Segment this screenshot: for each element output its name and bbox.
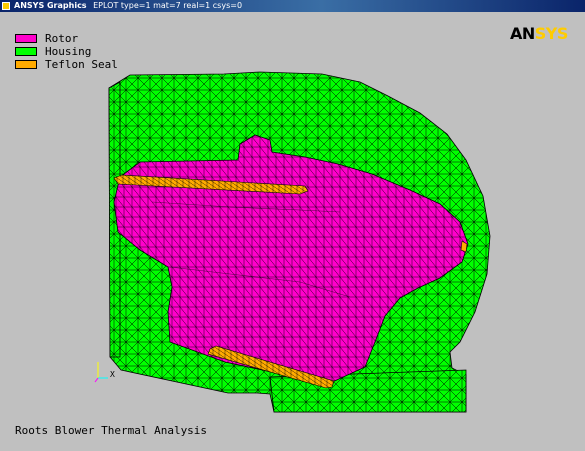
coordinate-triad-icon: X <box>92 360 122 388</box>
legend-label: Housing <box>45 45 92 58</box>
housing-swatch <box>15 47 37 56</box>
title-bar[interactable]: ANSYS Graphics EPLOT type=1 mat=7 real=1… <box>0 0 585 12</box>
ansys-graphics-window: ANSYS Graphics EPLOT type=1 mat=7 real=1… <box>0 0 585 451</box>
fe-mesh-model <box>108 71 491 413</box>
rotor-swatch <box>15 34 37 43</box>
app-icon <box>2 2 10 10</box>
ansys-logo: ANSYS <box>510 24 568 43</box>
plot-title: Roots Blower Thermal Analysis <box>15 424 208 437</box>
graphics-viewport[interactable]: Rotor Housing Teflon Seal ANSYS X Roots … <box>0 12 585 451</box>
triad-x-label: X <box>110 370 115 379</box>
legend-label: Teflon Seal <box>45 58 118 71</box>
window-title: ANSYS Graphics <box>14 1 87 10</box>
plot-info: EPLOT type=1 mat=7 real=1 csys=0 <box>93 1 243 10</box>
teflon-seal-swatch <box>15 60 37 69</box>
legend-label: Rotor <box>45 32 79 45</box>
